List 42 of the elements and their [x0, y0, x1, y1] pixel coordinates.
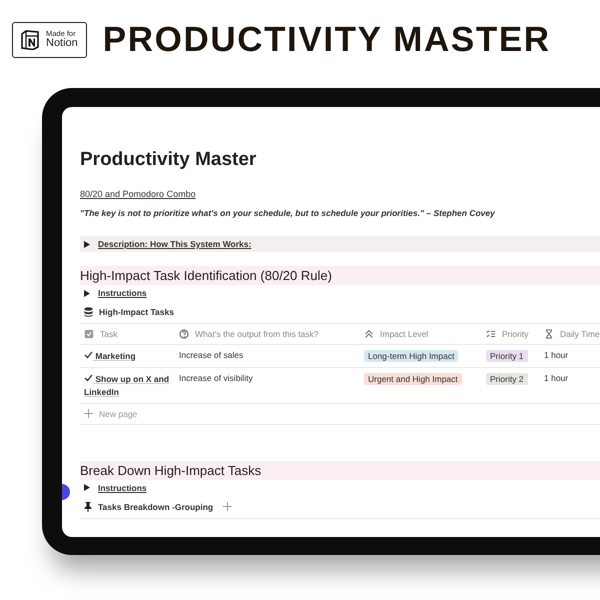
add-view-icon[interactable]: [223, 502, 232, 512]
pin-icon: [84, 502, 92, 512]
table-cell: Increase of sales: [175, 345, 360, 368]
table-cell: Increase of visibility: [175, 368, 360, 404]
column-type-icon: [544, 329, 554, 339]
toggle-arrow-icon[interactable]: [84, 484, 90, 492]
check-icon: [84, 351, 93, 359]
description-toggle[interactable]: Description: How This System Works:: [80, 236, 600, 252]
database-title[interactable]: High-Impact Tasks: [80, 301, 600, 323]
impact-tag: Urgent and High Impact: [364, 373, 462, 386]
banner-title: PRODUCTIVITY MASTER: [102, 20, 551, 60]
column-type-icon: [84, 329, 94, 339]
table-cell[interactable]: Show up on X and LinkedIn: [80, 368, 175, 404]
notion-logo-icon: [20, 30, 40, 50]
toggle-arrow-icon[interactable]: [84, 240, 90, 248]
check-icon: [84, 374, 93, 382]
column-header[interactable]: Task: [80, 323, 175, 345]
toggle-arrow-icon[interactable]: [84, 290, 90, 296]
priority-tag: Priority 2: [486, 373, 528, 386]
instructions-toggle[interactable]: Instructions: [98, 288, 147, 298]
table-cell: 1 hour: [540, 368, 600, 404]
section-heading: Break Down High-Impact Tasks: [80, 460, 600, 480]
column-header[interactable]: Impact Level: [360, 323, 482, 345]
column-header[interactable]: Priority: [482, 323, 540, 345]
instructions-toggle[interactable]: Instructions: [98, 482, 147, 493]
database-icon: [84, 307, 93, 317]
badge-label: Notion: [46, 38, 78, 50]
section-heading: High-Impact Task Identification (80/20 Rule): [80, 266, 600, 285]
column-type-icon: [364, 329, 374, 339]
column-header[interactable]: What's the output from this task?: [175, 323, 360, 345]
plus-icon: [84, 409, 93, 418]
impact-tag: Long-term High Impact: [364, 350, 458, 362]
priority-tag: Priority 1: [486, 350, 528, 362]
quote-text: "The key is not to prioritize what's on your schedule, but to schedule your priorities." – Stephen Covey: [80, 208, 496, 218]
database-title[interactable]: Tasks Breakdown -Grouping: [98, 502, 214, 512]
column-type-icon: [179, 329, 189, 339]
column-type-icon: [486, 329, 496, 339]
page-subtitle[interactable]: 80/20 and Pomodoro Combo: [80, 189, 196, 199]
table-cell[interactable]: Marketing: [80, 345, 175, 368]
table-cell: 1 hour: [540, 345, 600, 368]
page-title: Productivity Master: [80, 149, 258, 171]
column-header[interactable]: Daily Time: [540, 323, 600, 345]
